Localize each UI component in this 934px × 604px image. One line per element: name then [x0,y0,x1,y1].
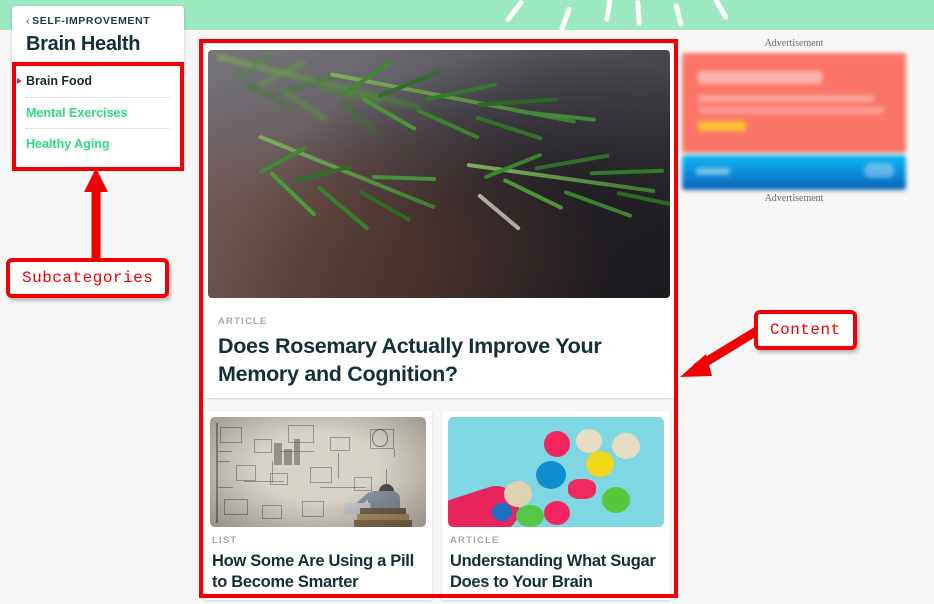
sidebar-item-label: Healthy Aging [26,137,110,151]
breadcrumb-label: SELF-IMPROVEMENT [32,15,151,27]
vignette-overlay [210,417,426,527]
sidebar-item-mental-exercises[interactable]: Mental Exercises [26,96,170,129]
category-sidebar: ‹ SELF-IMPROVEMENT Brain Health Brain Foo… [12,6,184,168]
advertisement-rail: Advertisement Advertisement [682,38,906,204]
chevron-left-icon: ‹ [26,15,31,27]
article-card-pill[interactable]: LIST How Some Are Using a Pill to Become… [204,411,432,600]
sidebar-item-label: Mental Exercises [26,105,128,120]
ad-bar-text-placeholder [696,168,730,175]
annotation-label-content: Content [754,310,857,350]
ad-headline-placeholder [698,71,822,84]
sunburst-ray [603,0,614,23]
card-headline[interactable]: How Some Are Using a Pill to Become Smar… [212,551,424,593]
sunburst-ray [711,0,730,21]
featured-article-image [208,50,670,298]
card-kicker: ARTICLE [450,535,500,546]
macaron [544,431,570,457]
featured-article-meta: ARTICLE Does Rosemary Actually Improve Y… [218,316,662,388]
macaron [492,503,512,521]
macaron [612,433,640,459]
featured-kicker: ARTICLE [218,316,268,327]
sunburst-ray [504,0,525,23]
advertisement-banner[interactable] [682,53,906,153]
macaron [516,505,544,527]
featured-article-card[interactable]: ARTICLE Does Rosemary Actually Improve Y… [204,44,674,398]
ad-label-top: Advertisement [764,38,824,49]
macaron [586,451,614,477]
article-thumbnail [448,417,664,527]
ad-label-bottom: Advertisement [764,193,824,204]
annotation-label-subcategories: Subcategories [6,258,170,298]
article-card-meta: LIST How Some Are Using a Pill to Become… [212,535,424,593]
main-content-column: ARTICLE Does Rosemary Actually Improve Y… [204,44,674,600]
breadcrumb[interactable]: ‹ SELF-IMPROVEMENT [12,6,184,27]
page-title: Brain Health [26,33,141,55]
sunburst-ray [635,0,642,27]
card-headline[interactable]: Understanding What Sugar Does to Your Br… [450,551,662,593]
featured-headline[interactable]: Does Rosemary Actually Improve Your Memo… [218,333,662,388]
sunburst-ray [558,5,573,30]
article-card-meta: ARTICLE Understanding What Sugar Does to… [450,535,662,593]
macaron [602,487,630,513]
sunburst-ray [673,2,684,28]
macaron [504,481,532,507]
sketch-wall-background [210,417,426,527]
article-card-sugar[interactable]: ARTICLE Understanding What Sugar Does to… [442,411,670,600]
page-root: ‹ SELF-IMPROVEMENT Brain Health Brain Foo… [0,0,934,604]
macaron-photo-background [448,417,664,527]
annotation-arrow-subcategories [84,168,108,268]
ad-text-placeholder [698,107,884,114]
macaron [576,429,602,453]
sidebar-subcategory-list: Brain Food Mental Exercises Healthy Agin… [12,66,184,160]
sidebar-item-healthy-aging[interactable]: Healthy Aging [26,128,170,160]
sidebar-item-label: Brain Food [26,74,92,88]
card-kicker: LIST [212,535,238,546]
sidebar-item-brain-food[interactable]: Brain Food [17,66,170,97]
ad-cta-button[interactable] [698,121,746,131]
article-card-row: LIST How Some Are Using a Pill to Become… [204,411,674,600]
macaron [536,461,566,489]
advertisement-footer-bar[interactable] [682,155,906,190]
article-thumbnail [210,417,426,527]
macaron [544,501,570,525]
active-marker-icon [17,78,22,85]
ad-text-placeholder [698,95,874,102]
macaron [568,479,596,499]
cloud-icon [864,163,894,178]
